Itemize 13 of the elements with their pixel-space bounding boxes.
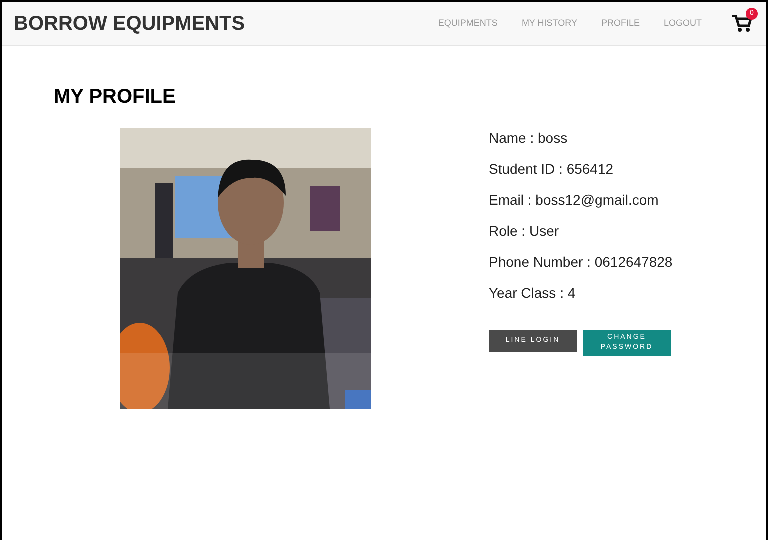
nav-link[interactable]: LOGOUT	[664, 16, 702, 30]
brand-title[interactable]: BORROW EQUIPMENTS	[14, 8, 246, 38]
cart-icon[interactable]	[732, 14, 752, 32]
nav-link[interactable]: PROFILE	[601, 16, 640, 30]
profile-field: Year Class : 4	[489, 283, 673, 304]
nav-link[interactable]: MY HISTORY	[522, 16, 578, 30]
profile-field: Role : User	[489, 221, 673, 242]
page-title: MY PROFILE	[54, 85, 177, 110]
profile-field: Phone Number : 0612647828	[489, 252, 673, 273]
profile-field: Email : boss12@gmail.com	[489, 190, 673, 211]
profile-field: Student ID : 656412	[489, 159, 673, 180]
nav-link[interactable]: EQUIPMENTS	[438, 16, 498, 30]
profile-field: Name : boss	[489, 128, 673, 149]
